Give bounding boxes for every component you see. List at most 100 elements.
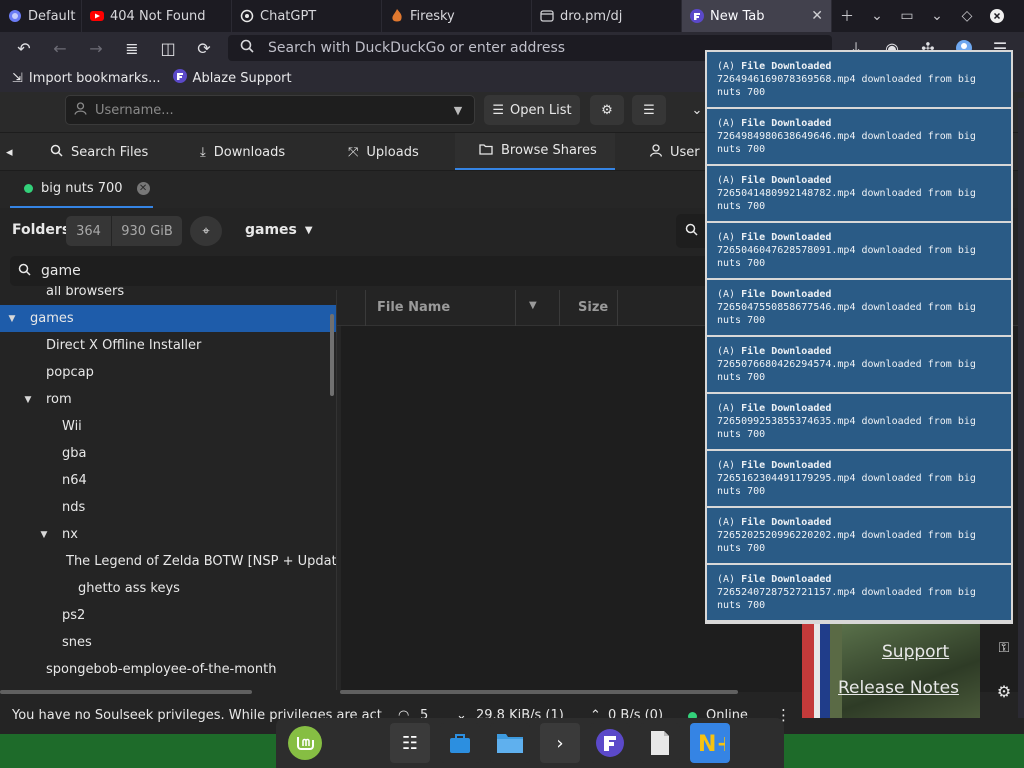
folder-tree-item[interactable]: gba [0, 440, 336, 467]
expand-folders-button[interactable]: ⌖ [190, 216, 222, 246]
reload-icon[interactable]: ⟳ [186, 32, 222, 64]
tab-search-files[interactable]: Search Files [50, 133, 148, 171]
release-notes-link[interactable]: Release Notes [838, 678, 959, 698]
folder-tree-label: rom [46, 392, 72, 407]
folder-tree-item[interactable]: Direct X Offline Installer [0, 332, 336, 359]
notification-title-line: (A) File Downloaded [717, 402, 1001, 415]
terminal-icon[interactable]: › [540, 723, 580, 763]
close-icon[interactable]: ✕ [136, 182, 150, 195]
column-size[interactable]: Size [578, 300, 608, 315]
folder-tree-item[interactable]: n64 [0, 467, 336, 494]
download-notification[interactable]: (A) File Downloaded 7264984980638649646.m… [707, 109, 1011, 164]
window-tile-icon[interactable]: ▭ [892, 0, 922, 32]
file-horizontal-scrollbar[interactable] [340, 690, 738, 694]
window-minimize-icon[interactable]: ⌄ [922, 0, 952, 32]
support-link[interactable]: Support [882, 642, 949, 662]
username-input[interactable]: Username... ▼ [65, 95, 475, 125]
file-manager-icon[interactable] [490, 723, 530, 763]
main-menu-button[interactable]: ☰ [632, 95, 666, 125]
expander-down-icon[interactable]: ▼ [6, 314, 18, 324]
expander-down-icon[interactable]: ▼ [38, 530, 50, 540]
chevron-down-icon[interactable]: ▼ [529, 300, 537, 311]
nicotine-app-icon[interactable]: N+ [690, 723, 730, 763]
tab-user[interactable]: User [649, 133, 700, 171]
tab-downloads[interactable]: ⤓ Downloads [200, 133, 285, 171]
folder-tree-item[interactable]: ▼ rom [0, 386, 336, 413]
new-tab-plus-icon[interactable]: ＋ [832, 0, 862, 32]
notification-title: File Downloaded [741, 460, 832, 471]
key-icon[interactable]: ⚿ [990, 640, 1018, 662]
gear-icon: ⚙ [601, 102, 613, 118]
folder-icon [479, 143, 493, 159]
open-list-button[interactable]: ☰ Open List [484, 95, 580, 125]
folder-tree-item[interactable]: ps2 [0, 602, 336, 629]
expander-down-icon[interactable]: ▼ [22, 395, 34, 405]
folder-tree-item[interactable]: ▼ games [0, 305, 336, 332]
window-close-icon[interactable] [982, 0, 1012, 32]
notification-tag: (A) [717, 289, 736, 300]
notification-body: 7265076680426294574.mp4 downloaded from … [717, 359, 976, 370]
tabs-scroll-left-icon[interactable]: ◂ [6, 133, 20, 171]
user-tab-big-nuts[interactable]: big nuts 700 ✕ [10, 171, 153, 209]
file-search-button[interactable] [676, 214, 706, 248]
sidebar-toggle-icon[interactable]: ◫ [150, 32, 186, 64]
chevron-down-icon: ▼ [304, 224, 313, 236]
notification-body-cont: nuts 700 [717, 543, 766, 554]
tab-list-chevron-icon[interactable]: ⌄ [862, 0, 892, 32]
folder-tree-item[interactable]: Wii [0, 413, 336, 440]
notification-title-line: (A) File Downloaded [717, 117, 1001, 130]
bookmarks-list-icon[interactable]: ≣ [114, 32, 150, 64]
download-notification[interactable]: (A) File Downloaded 7265162304491179295.m… [707, 451, 1011, 506]
bookmark-ablaze-support[interactable]: Ablaze Support [172, 69, 292, 87]
download-notification[interactable]: (A) File Downloaded 7265047550858677546.m… [707, 280, 1011, 335]
tab-uploads[interactable]: ⤧ Uploads [348, 133, 419, 171]
mint-menu-icon[interactable] [288, 726, 322, 760]
browser-tab-default[interactable]: Default [0, 0, 82, 32]
download-notification[interactable]: (A) File Downloaded 7265202520996220202.m… [707, 508, 1011, 563]
notification-tag: (A) [717, 574, 736, 585]
newtab-background-image: Support Release Notes [802, 624, 980, 718]
back-arrow-icon[interactable]: ← [42, 32, 78, 64]
folder-tree-item[interactable]: nds [0, 494, 336, 521]
browser-tab-chatgpt[interactable]: ChatGPT [232, 0, 382, 32]
download-notification[interactable]: (A) File Downloaded 7265046047628578091.m… [707, 223, 1011, 278]
ablaze-browser-icon[interactable] [590, 723, 630, 763]
chevron-down-icon[interactable]: ▼ [442, 104, 474, 117]
tree-vertical-scrollbar[interactable] [330, 314, 334, 396]
text-editor-icon[interactable] [640, 723, 680, 763]
import-icon: ⇲ [12, 70, 23, 86]
software-store-icon[interactable] [440, 723, 480, 763]
folder-tree-item[interactable]: snes [0, 629, 336, 656]
tree-horizontal-scrollbar[interactable] [0, 690, 252, 694]
settings-app-icon[interactable]: ☷ [390, 723, 430, 763]
tab-browse-shares[interactable]: Browse Shares [455, 133, 615, 171]
folder-tree-item[interactable]: ghetto ass keys [0, 575, 336, 602]
download-notification[interactable]: (A) File Downloaded 7265099253855374635.m… [707, 394, 1011, 449]
folder-filter-value: game [41, 263, 81, 279]
folder-tree-item[interactable]: all browsers [0, 286, 336, 305]
settings-button[interactable]: ⚙ [590, 95, 624, 125]
forward-arrow-icon[interactable]: → [78, 32, 114, 64]
folder-filter-input[interactable]: game [10, 256, 710, 286]
folder-tree-item[interactable]: ▼ nx [0, 521, 336, 548]
browser-tab-dropm[interactable]: dro.pm/dj [532, 0, 682, 32]
online-status-dot [24, 184, 33, 193]
notification-stack: (A) File Downloaded 7264946169078369568.m… [705, 50, 1013, 624]
browser-tab-new-tab[interactable]: New Tab ✕ [682, 0, 832, 32]
download-notification[interactable]: (A) File Downloaded 7265041480992148782.m… [707, 166, 1011, 221]
bookmark-import[interactable]: ⇲ Import bookmarks... [12, 71, 161, 86]
download-notification[interactable]: (A) File Downloaded 7264946169078369568.m… [707, 52, 1011, 107]
download-notification[interactable]: (A) File Downloaded 7265076680426294574.m… [707, 337, 1011, 392]
folder-tree-item[interactable]: spongebob-employee-of-the-month [0, 656, 336, 683]
close-tab-icon[interactable]: ✕ [811, 8, 823, 24]
column-file-name[interactable]: File Name [377, 300, 450, 315]
browser-tab-404[interactable]: 404 Not Found [82, 0, 232, 32]
folder-tree-item[interactable]: popcap [0, 359, 336, 386]
window-maximize-icon[interactable]: ◇ [952, 0, 982, 32]
gear-icon[interactable]: ⚙ [990, 682, 1018, 704]
current-folder-dropdown[interactable]: games ▼ [245, 222, 313, 238]
undo-close-icon[interactable]: ↶ [6, 32, 42, 64]
browser-tab-firesky[interactable]: Firesky [382, 0, 532, 32]
download-notification[interactable]: (A) File Downloaded 7265240728752721157.m… [707, 565, 1011, 620]
folder-tree-item[interactable]: The Legend of Zelda BOTW [NSP + Update [0, 548, 336, 575]
